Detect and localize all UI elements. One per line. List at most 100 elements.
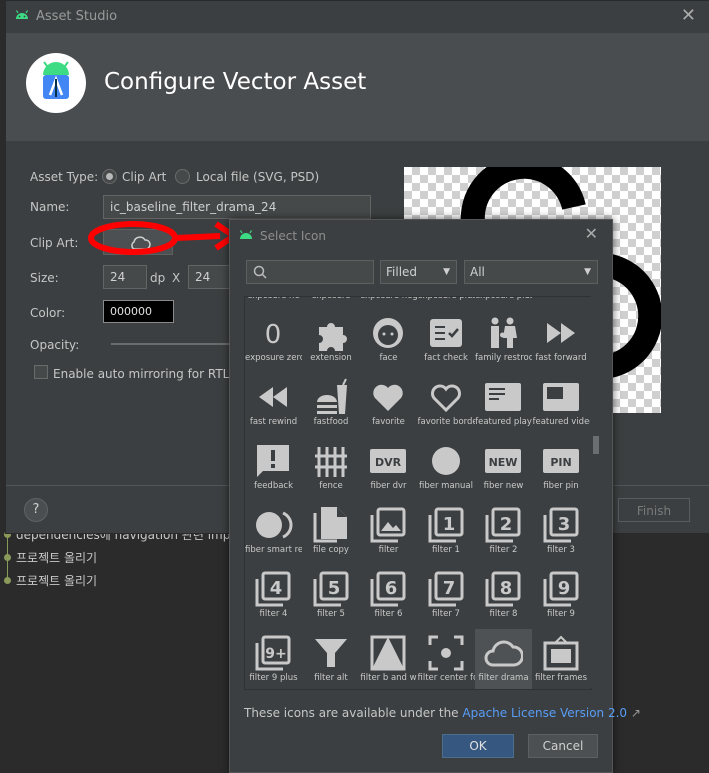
icon-cell[interactable]: 2 filter 2 <box>475 501 532 563</box>
icon-cell[interactable]: 0 exposure zero <box>245 309 302 371</box>
icon-cell[interactable]: file copy <box>303 501 360 563</box>
cancel-button[interactable]: Cancel <box>528 734 598 758</box>
icon-cell[interactable]: 3 filter 3 <box>533 501 590 563</box>
color-field[interactable]: 000000 <box>103 300 174 323</box>
search-input[interactable] <box>246 260 374 284</box>
file-copy-icon <box>313 507 347 543</box>
icon-label: exposure zero <box>245 353 302 363</box>
icon-cell[interactable]: featured play <box>475 373 532 435</box>
icon-label: exposure plus <box>417 296 475 301</box>
icon-label: fiber dvr <box>370 481 407 491</box>
svg-text:9: 9 <box>557 578 570 599</box>
icon-label: fast rewind <box>249 417 298 427</box>
icon-cell[interactable]: family restroom <box>475 309 532 371</box>
icon-cell[interactable]: filter drama <box>475 629 532 689</box>
icon-cell[interactable]: feedback <box>245 437 302 499</box>
svg-text:2: 2 <box>500 514 513 535</box>
icon-cell[interactable]: DVR fiber dvr <box>360 437 417 499</box>
icon-cell[interactable]: 8 filter 8 <box>475 565 532 627</box>
filter-center-focus-icon <box>428 635 463 671</box>
search-icon <box>253 265 267 282</box>
svg-text:7: 7 <box>442 578 455 599</box>
icon-cell[interactable]: fiber smart re <box>245 501 302 563</box>
commit-message[interactable]: 프로젝트 올리기 <box>16 549 97 566</box>
icon-label: favorite <box>372 417 405 427</box>
icon-cell[interactable]: 9 filter 9 <box>533 565 590 627</box>
page-title: Configure Vector Asset <box>104 69 367 95</box>
icon-cell[interactable]: filter b and w <box>360 629 417 689</box>
icon-cell[interactable]: 7 filter 7 <box>418 565 475 627</box>
icon-label: exposure <box>311 296 351 301</box>
close-icon[interactable]: ✕ <box>681 5 696 26</box>
icon-cell[interactable]: favorite <box>360 373 417 435</box>
clip-art-option-label[interactable]: Clip Art <box>122 170 166 184</box>
icon-grid-scrollbar[interactable] <box>591 296 601 688</box>
style-dropdown-value: Filled <box>386 265 418 279</box>
icon-label: featured video <box>532 417 590 427</box>
license-link[interactable]: Apache License Version 2.0 <box>462 706 627 720</box>
icon-cell[interactable]: filter alt <box>303 629 360 689</box>
icon-cell[interactable]: filter frames <box>533 629 590 689</box>
icon-cell[interactable]: favorite border <box>418 373 475 435</box>
icon-cell[interactable]: fact check <box>418 309 475 371</box>
icon-cell[interactable]: fast rewind <box>245 373 302 435</box>
icon-cell[interactable]: 1 filter 1 <box>418 501 475 563</box>
family-restroom-icon <box>491 317 517 348</box>
icon-cell[interactable]: fiber manual <box>418 437 475 499</box>
filter-frames-icon <box>543 635 578 671</box>
size-x-label: X <box>172 271 181 285</box>
local-file-radio[interactable] <box>175 169 190 184</box>
icon-cell[interactable]: 4 filter 4 <box>245 565 302 627</box>
icon-cell-partial[interactable]: exposure plus <box>475 297 532 309</box>
filter-2-icon: 2 <box>485 507 521 543</box>
commit-message[interactable]: 프로젝트 올리기 <box>16 572 97 589</box>
icon-cell[interactable]: filter <box>360 501 417 563</box>
chevron-down-icon: ▼ <box>584 267 591 277</box>
icon-cell-partial[interactable]: exposure ne <box>245 297 302 309</box>
help-button[interactable]: ? <box>24 498 48 522</box>
icon-label: filter 9 plus <box>249 673 298 683</box>
icon-cell-partial[interactable]: exposure plus <box>417 296 475 309</box>
icon-cell[interactable]: fence <box>303 437 360 499</box>
icon-label: filter 6 <box>374 609 403 619</box>
icon-cell[interactable]: 5 filter 5 <box>303 565 360 627</box>
icon-label: featured play <box>475 417 532 427</box>
icon-cell[interactable]: 9+ filter 9 plus <box>245 629 302 689</box>
filter-4-icon: 4 <box>255 571 291 607</box>
icon-cell[interactable]: filter center fo <box>417 629 475 689</box>
style-dropdown[interactable]: Filled ▼ <box>380 260 457 284</box>
icon-cell[interactable]: fast forward <box>533 309 590 371</box>
svg-text:0: 0 <box>265 320 282 350</box>
icon-cell[interactable]: extension <box>303 309 360 371</box>
icon-grid: exposure ne exposure exposure neg exposure … <box>244 296 592 690</box>
icon-label: fiber manual <box>418 481 473 491</box>
icon-cell[interactable]: 6 filter 6 <box>360 565 417 627</box>
extension-icon <box>318 323 347 351</box>
size-height-field[interactable]: 24 <box>188 265 232 289</box>
local-file-option-label[interactable]: Local file (SVG, PSD) <box>196 170 319 184</box>
finish-button[interactable]: Finish <box>618 498 690 522</box>
clip-art-radio[interactable] <box>102 169 117 184</box>
icon-cell[interactable]: NEW fiber new <box>475 437 532 499</box>
icon-label: filter center fo <box>417 673 475 683</box>
icon-label: favorite border <box>417 417 475 427</box>
auto-mirror-checkbox[interactable] <box>34 365 48 379</box>
icon-label: exposure neg <box>360 296 417 301</box>
clip-art-label: Clip Art: <box>30 236 79 250</box>
svg-text:1: 1 <box>442 514 455 535</box>
close-icon[interactable]: ✕ <box>585 224 598 243</box>
category-dropdown[interactable]: All ▼ <box>464 260 598 284</box>
icon-cell[interactable]: fastfood <box>303 373 360 435</box>
icon-cell[interactable]: featured video <box>533 373 590 435</box>
icon-cell-partial[interactable]: exposure <box>303 296 360 309</box>
auto-mirror-label[interactable]: Enable auto mirroring for RTL lay <box>53 367 233 381</box>
size-width-field[interactable]: 24 <box>103 265 147 289</box>
icon-cell-partial[interactable]: exposure neg <box>360 296 417 309</box>
ok-button[interactable]: OK <box>442 734 514 758</box>
icon-label: extension <box>310 353 352 363</box>
icon-cell[interactable]: face <box>360 309 417 371</box>
scroll-thumb[interactable] <box>593 436 599 454</box>
opacity-slider[interactable] <box>111 343 236 345</box>
icon-cell[interactable]: PIN fiber pin <box>533 437 590 499</box>
icon-label: fence <box>319 481 343 491</box>
